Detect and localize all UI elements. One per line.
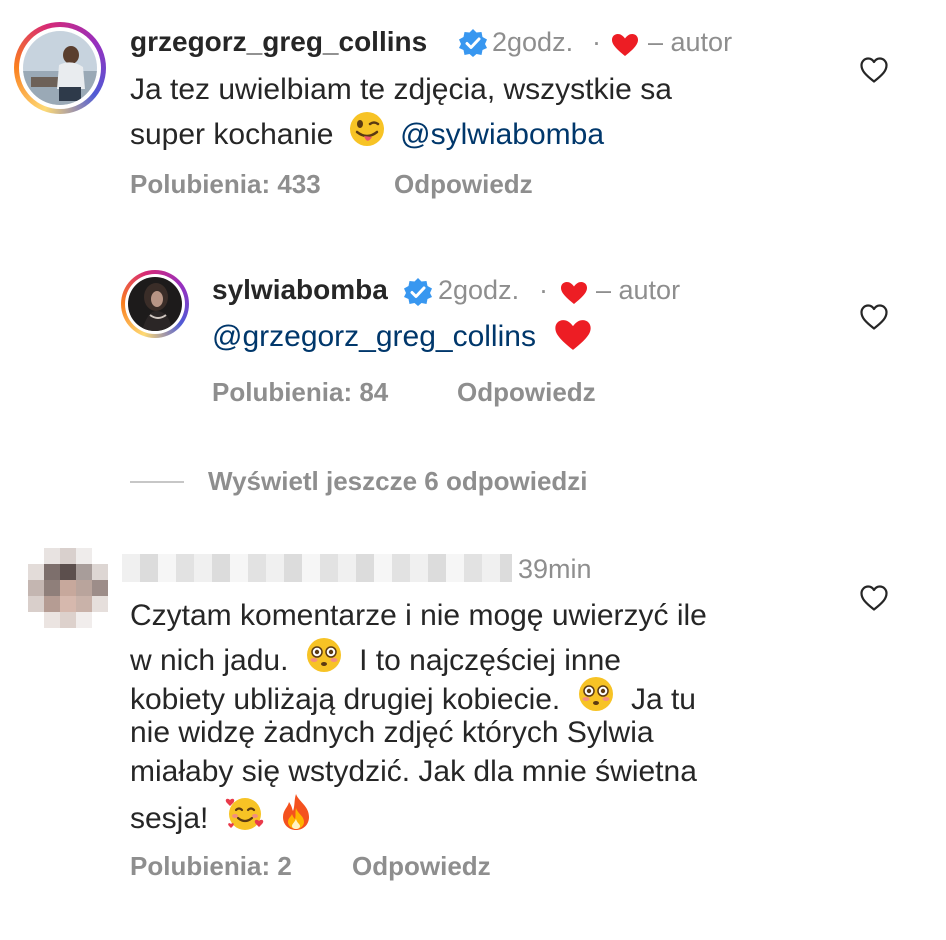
reply-button[interactable]: Odpowiedz (352, 851, 491, 882)
verified-badge-icon (404, 278, 432, 306)
comment-text-line: Czytam komentarze i nie mogę uwierzyć il… (130, 599, 707, 632)
comment-time: 39min (518, 554, 592, 584)
comment-text-line: miałaby się wstydzić. Jak dla mnie świet… (130, 755, 697, 788)
avatar[interactable] (23, 31, 97, 105)
comment-time: 2godz. (438, 275, 520, 305)
comment-username[interactable]: sylwiabomba (212, 274, 388, 306)
comment-text-line: kobiety ubliżają drugiej kobiecie. Ja tu (130, 675, 696, 719)
meta-separator: · (592, 27, 601, 57)
comment-text: Ja tu (630, 683, 696, 716)
likes-count[interactable]: Polubienia: 2 (130, 851, 292, 882)
comment-text: super kochanie (130, 118, 334, 151)
flushed-face-emoji (578, 677, 613, 711)
view-more-replies-label[interactable]: Wyświetl jeszcze 6 odpowiedzi (208, 466, 588, 497)
comment-text: kobiety ubliżają drugiej kobiecie. (130, 683, 561, 716)
comment-text-line: Ja tez uwielbiam te zdjęcia, wszystkie s… (130, 73, 672, 106)
red-heart-emoji (555, 320, 591, 350)
author-tag: – autor (648, 27, 733, 57)
reply-button[interactable]: Odpowiedz (457, 377, 596, 408)
comment-text-line: nie widzę żadnych zdjęć których Sylwia (130, 716, 654, 749)
mention-link[interactable]: @grzegorz_greg_collins (212, 320, 536, 353)
comment-text-line: super kochanie @sylwiabomba (130, 110, 604, 154)
reply-button[interactable]: Odpowiedz (394, 169, 533, 200)
heart-outline-icon[interactable] (859, 584, 889, 612)
red-heart-emoji (612, 34, 638, 56)
heart-outline-icon[interactable] (859, 56, 889, 84)
comment-text-line: w nich jadu. I to najczęściej inne (130, 636, 621, 680)
comment-time: 2godz. (492, 27, 574, 57)
username-pixelated-redacted (122, 554, 512, 582)
likes-count[interactable]: Polubienia: 433 (130, 169, 321, 200)
comment-text: I to najczęściej inne (359, 644, 621, 677)
verified-badge-icon (459, 29, 487, 57)
comment-text-line: sesja! (130, 792, 313, 838)
flushed-face-emoji (306, 638, 341, 672)
winking-tongue-emoji (349, 112, 384, 146)
avatar[interactable] (128, 277, 182, 331)
likes-count[interactable]: Polubienia: 84 (212, 377, 388, 408)
fire-emoji (283, 794, 310, 830)
comment-text: w nich jadu. (130, 644, 289, 677)
mention-link[interactable]: @sylwiabomba (400, 118, 604, 151)
smiling-face-with-hearts-emoji (225, 798, 263, 830)
comment-text-line: @grzegorz_greg_collins (212, 318, 592, 356)
author-tag: – autor (596, 275, 681, 305)
red-heart-emoji (561, 282, 587, 304)
comment-text: sesja! (130, 802, 209, 835)
avatar-pixelated[interactable] (28, 548, 108, 628)
comment-username[interactable]: grzegorz_greg_collins (130, 26, 427, 58)
replies-divider-line (130, 481, 184, 483)
meta-separator: · (539, 275, 548, 305)
heart-outline-icon[interactable] (859, 303, 889, 331)
